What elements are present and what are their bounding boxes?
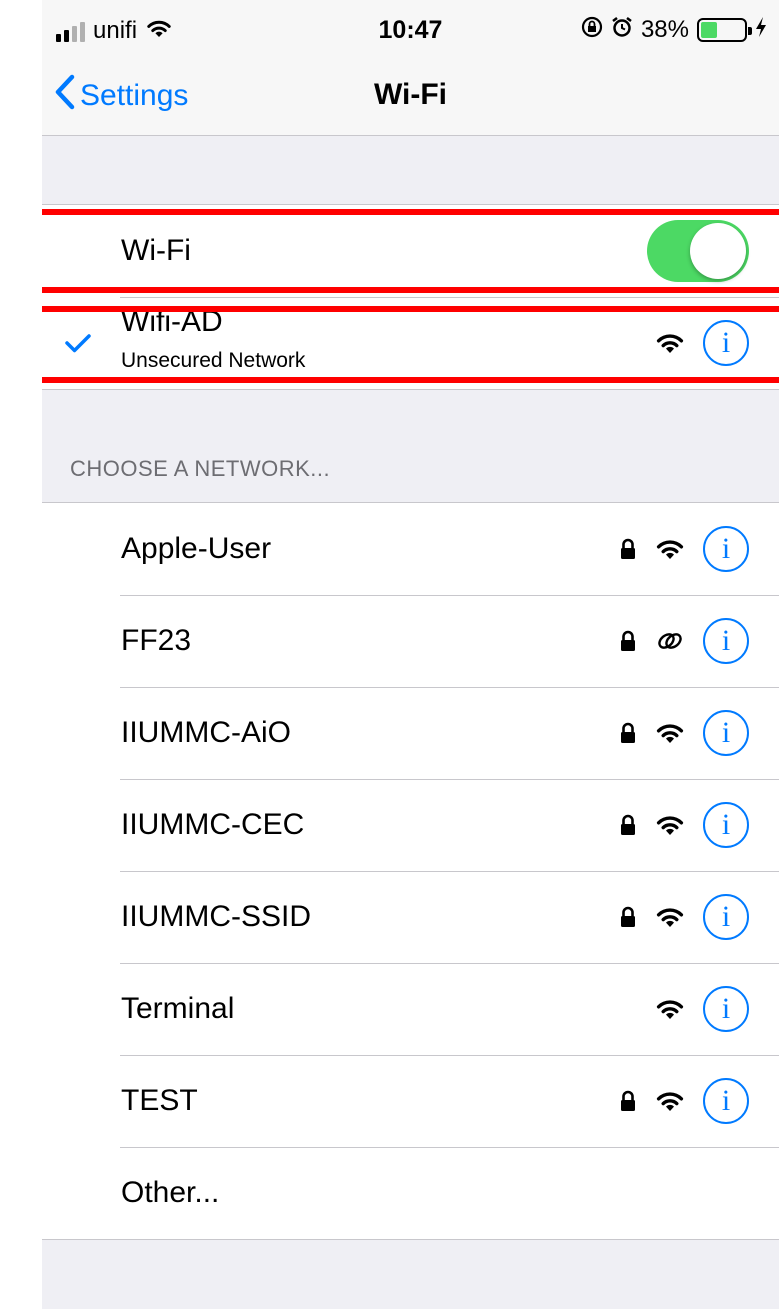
other-network-label: Other... [121, 1176, 220, 1209]
page-title: Wi-Fi [373, 78, 448, 111]
network-name: IIUMMC-CEC [121, 808, 305, 841]
status-right: 38% [581, 15, 767, 45]
charging-bolt-icon [755, 16, 767, 45]
lock-icon [619, 630, 637, 652]
alarm-icon [611, 16, 633, 45]
wifi-toggle-switch[interactable] [647, 220, 749, 282]
wifi-icon [655, 813, 685, 837]
network-info-button[interactable]: i [703, 802, 749, 848]
wifi-icon [655, 331, 685, 355]
network-row[interactable]: TEST i [42, 1055, 779, 1147]
network-info-button[interactable]: i [703, 320, 749, 366]
network-name: IIUMMC-AiO [121, 716, 291, 749]
battery-percent: 38% [640, 16, 689, 43]
connected-network-row[interactable]: Wifi-AD Unsecured Network i [42, 297, 779, 389]
network-row[interactable]: FF23 i [42, 595, 779, 687]
battery-level-fill [701, 22, 717, 38]
network-row[interactable]: Terminal i [42, 963, 779, 1055]
network-name: Apple-User [121, 532, 272, 565]
checkmark-icon [64, 297, 92, 389]
battery-icon [697, 18, 752, 42]
network-info-button[interactable]: i [703, 1078, 749, 1124]
wifi-icon [655, 721, 685, 745]
orientation-lock-icon [581, 16, 603, 45]
network-list: Apple-User i FF23 i IIUMMC-AiO i IIUMMC-CEC i II… [42, 502, 779, 1240]
network-info-button[interactable]: i [703, 894, 749, 940]
lock-icon [619, 814, 637, 836]
network-info-button[interactable]: i [703, 618, 749, 664]
wifi-icon [655, 997, 685, 1021]
navigation-bar: Settings Wi-Fi [42, 60, 779, 136]
lock-icon [619, 722, 637, 744]
network-row[interactable]: Apple-User i [42, 503, 779, 595]
status-bar: unifi 10:47 38% [42, 0, 779, 60]
network-row[interactable]: IIUMMC-CEC i [42, 779, 779, 871]
network-name: Terminal [121, 992, 235, 1025]
wifi-settings-screen: unifi 10:47 38% Settings Wi-Fi Wi-Fi Wif… [42, 0, 779, 1309]
network-info-button[interactable]: i [703, 710, 749, 756]
network-name: TEST [121, 1084, 198, 1117]
network-row[interactable]: IIUMMC-AiO i [42, 687, 779, 779]
network-info-button[interactable]: i [703, 986, 749, 1032]
screenshot: unifi 10:47 38% Settings Wi-Fi Wi-Fi Wif… [0, 0, 779, 1309]
section-header: CHOOSE A NETWORK... [70, 456, 331, 481]
other-network-row[interactable]: Other... [42, 1147, 779, 1239]
connected-network-name: Wifi-AD [121, 305, 223, 338]
connected-network-subtitle: Unsecured Network [121, 349, 306, 372]
wifi-toggle-group: Wi-Fi Wifi-AD Unsecured Network i [42, 204, 779, 390]
lock-icon [619, 1090, 637, 1112]
wifi-icon [655, 537, 685, 561]
lock-icon [619, 538, 637, 560]
wifi-icon [655, 905, 685, 929]
network-info-button[interactable]: i [703, 526, 749, 572]
personal-hotspot-icon [655, 629, 685, 653]
wifi-toggle-label: Wi-Fi [121, 234, 191, 267]
network-name: FF23 [121, 624, 192, 657]
network-row[interactable]: IIUMMC-SSID i [42, 871, 779, 963]
lock-icon [619, 906, 637, 928]
wifi-icon [655, 1089, 685, 1113]
network-name: IIUMMC-SSID [121, 900, 311, 933]
wifi-toggle-row: Wi-Fi [42, 205, 779, 297]
